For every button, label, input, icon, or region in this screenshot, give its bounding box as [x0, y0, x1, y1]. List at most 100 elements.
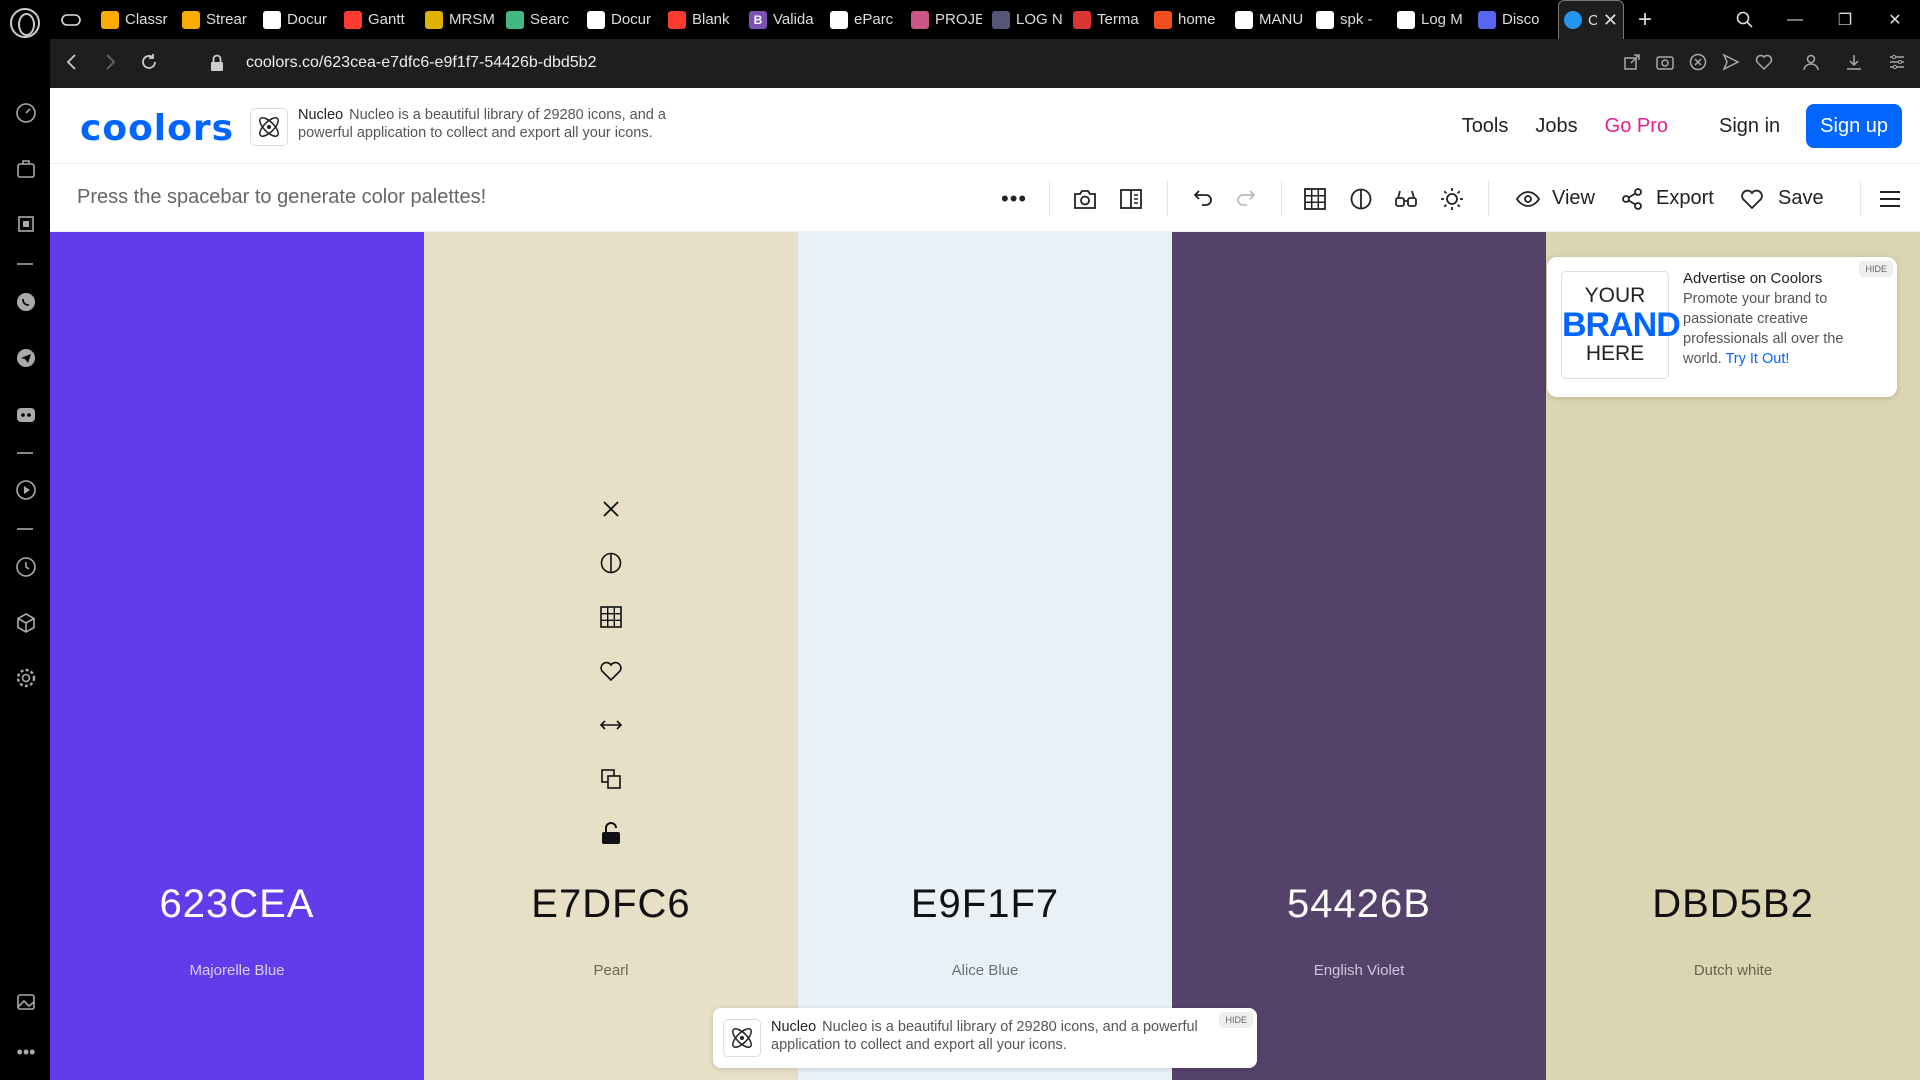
browser-tab[interactable]: Classr [96, 0, 177, 39]
browser-tab[interactable]: spk - [1311, 0, 1392, 39]
swatch-hex-code[interactable]: DBD5B2 [1546, 882, 1920, 927]
sign-up-button[interactable]: Sign up [1806, 104, 1902, 148]
browser-tab[interactable]: PROJE [906, 0, 987, 39]
new-tab-button[interactable]: + [1624, 0, 1657, 39]
browser-tab[interactable]: MRSM [420, 0, 501, 39]
close-window-icon[interactable]: ✕ [1870, 10, 1920, 30]
extensions-icon[interactable] [14, 212, 38, 236]
swatch-hex-code[interactable]: 623CEA [50, 882, 424, 927]
export-button[interactable]: Export [1620, 165, 1714, 232]
swatch-color-name[interactable]: Pearl [424, 962, 798, 979]
browser-tab[interactable]: LOG N [987, 0, 1068, 39]
grid-icon[interactable] [596, 590, 626, 644]
swatch-hex-code[interactable]: E9F1F7 [798, 882, 1172, 927]
more-options-icon[interactable]: ••• [1001, 165, 1027, 232]
browser-tab[interactable]: MANU [1230, 0, 1311, 39]
tab-gamepad[interactable] [56, 0, 96, 39]
easy-setup-icon[interactable] [1888, 53, 1906, 71]
save-button[interactable]: Save [1740, 165, 1824, 232]
view-button[interactable]: View [1516, 165, 1595, 232]
redo-icon[interactable] [1235, 165, 1259, 232]
browser-tab[interactable]: Disco [1473, 0, 1554, 39]
undo-icon[interactable] [1190, 165, 1214, 232]
download-icon[interactable] [1845, 53, 1863, 71]
browser-tab[interactable]: Docur [258, 0, 339, 39]
cube-icon[interactable] [14, 611, 38, 635]
bottom-ad[interactable]: Nucleo Nucleo is a beautiful library of 2… [713, 1008, 1257, 1068]
gallery-icon[interactable] [14, 990, 38, 1014]
adblock-icon[interactable] [1689, 53, 1707, 71]
sign-in-link[interactable]: Sign in [1719, 115, 1780, 138]
speed-dial-icon[interactable] [14, 101, 38, 125]
close-tab-icon[interactable]: ✕ [1603, 10, 1618, 31]
header-ad[interactable]: Nucleo Nucleo is a beautiful library of 2… [250, 104, 710, 150]
send-icon[interactable] [1722, 53, 1740, 71]
swatch-color-name[interactable]: Alice Blue [798, 962, 1172, 979]
tab-active[interactable]: Cr ✕ [1558, 0, 1624, 39]
tab-label: Strear [206, 11, 247, 28]
glasses-icon[interactable] [1394, 165, 1418, 232]
browser-tab[interactable]: home [1149, 0, 1230, 39]
color-swatch[interactable]: 54426B English Violet [1172, 232, 1546, 1080]
advertise-card[interactable]: YOUR BRAND HERE Advertise on Coolors Pro… [1547, 257, 1897, 397]
grid-icon[interactable] [1304, 165, 1326, 232]
discord-icon[interactable] [14, 403, 38, 427]
settings-icon[interactable] [14, 666, 38, 690]
swatch-hex-code[interactable]: E7DFC6 [424, 882, 798, 927]
browser-tab[interactable]: Log M [1392, 0, 1473, 39]
opera-logo-icon[interactable] [10, 8, 40, 38]
tab-favicon-icon [1316, 10, 1334, 29]
color-swatch[interactable]: 623CEA Majorelle Blue [50, 232, 424, 1080]
copy-icon[interactable] [596, 752, 626, 806]
history-icon[interactable] [14, 555, 38, 579]
browser-tab[interactable]: Gantt [339, 0, 420, 39]
lock-open-icon[interactable] [596, 806, 626, 860]
drag-arrows-icon[interactable] [596, 698, 626, 752]
browser-tab[interactable]: Terma [1068, 0, 1149, 39]
nav-go-pro[interactable]: Go Pro [1605, 115, 1668, 138]
coolors-logo[interactable]: coolors [80, 108, 234, 149]
hamburger-menu-icon[interactable] [1879, 165, 1901, 232]
share-icon[interactable] [1623, 53, 1641, 71]
browser-tab[interactable]: B Valida [744, 0, 825, 39]
minimize-icon[interactable]: — [1770, 11, 1820, 29]
swatch-color-name[interactable]: Majorelle Blue [50, 962, 424, 979]
forward-icon[interactable] [102, 53, 118, 71]
back-icon[interactable] [64, 53, 80, 71]
browser-tab[interactable]: Blank [663, 0, 744, 39]
camera-icon[interactable] [1073, 165, 1097, 232]
workspaces-icon[interactable] [14, 157, 38, 181]
search-tabs-icon[interactable] [1720, 11, 1770, 29]
url-field[interactable]: coolors.co/623cea-e7dfc6-e9f1f7-54426b-d… [246, 54, 596, 72]
telegram-icon[interactable] [14, 346, 38, 370]
player-icon[interactable] [14, 478, 38, 502]
swatch-color-name[interactable]: English Violet [1172, 962, 1546, 979]
swatch-color-name[interactable]: Dutch white [1546, 962, 1920, 979]
try-it-out-link[interactable]: Try It Out! [1725, 351, 1789, 367]
brightness-icon[interactable] [1440, 165, 1464, 232]
account-icon[interactable] [1802, 53, 1820, 71]
browser-tab[interactable]: Strear [177, 0, 258, 39]
close-icon[interactable] [596, 482, 626, 536]
browser-tab[interactable]: Searc [501, 0, 582, 39]
lock-icon[interactable] [210, 54, 224, 72]
color-swatch[interactable]: E7DFC6 Pearl [424, 232, 798, 1080]
color-swatch[interactable]: E9F1F7 Alice Blue [798, 232, 1172, 1080]
hide-bottom-ad-button[interactable]: HIDE [1219, 1012, 1253, 1028]
heart-icon[interactable] [596, 644, 626, 698]
view-panel-icon[interactable] [1119, 165, 1143, 232]
browser-tab[interactable]: Docur [582, 0, 663, 39]
whatsapp-icon[interactable] [14, 290, 38, 314]
bookmark-heart-icon[interactable] [1755, 53, 1773, 71]
browser-tab[interactable]: eParc [825, 0, 906, 39]
contrast-icon[interactable] [596, 536, 626, 590]
swatch-hex-code[interactable]: 54426B [1172, 882, 1546, 927]
contrast-icon[interactable] [1350, 165, 1372, 232]
nav-jobs[interactable]: Jobs [1535, 115, 1577, 138]
snapshot-icon[interactable] [1656, 53, 1674, 71]
restore-icon[interactable]: ❐ [1820, 10, 1870, 30]
hide-ad-button[interactable]: HIDE [1859, 261, 1893, 277]
more-options-icon[interactable]: ••• [14, 1040, 38, 1064]
nav-tools[interactable]: Tools [1462, 115, 1509, 138]
reload-icon[interactable] [140, 53, 158, 71]
